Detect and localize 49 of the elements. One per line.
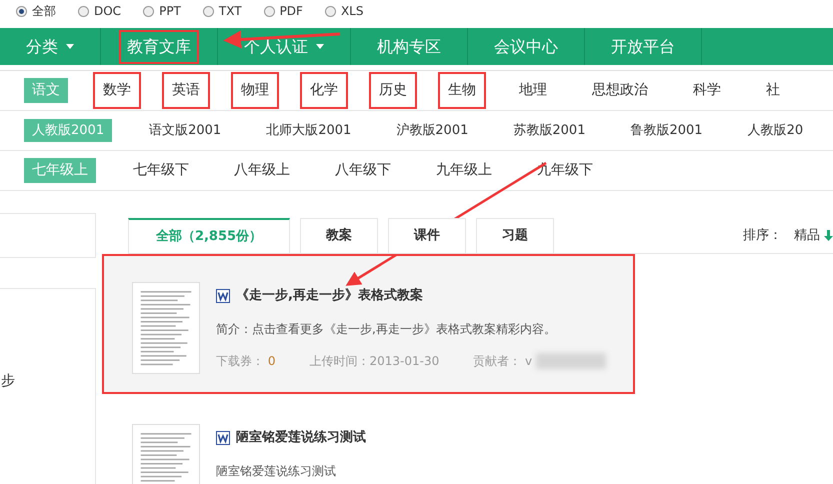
filter-tag[interactable]: 鲁教版2001 bbox=[622, 118, 711, 142]
filter-tag[interactable]: 地理 bbox=[511, 78, 555, 103]
filter-tag[interactable]: 物理 bbox=[235, 78, 275, 103]
filter-tag[interactable]: 科学 bbox=[685, 78, 729, 103]
radio-label[interactable]: TXT bbox=[218, 2, 242, 20]
filter-tag[interactable]: 八年级上 bbox=[226, 158, 298, 183]
word-icon bbox=[216, 430, 230, 445]
radio-label[interactable]: PDF bbox=[280, 2, 303, 20]
radio-button[interactable] bbox=[78, 6, 89, 16]
sort-option[interactable]: 精品 bbox=[794, 226, 833, 246]
filter-tag[interactable]: 七年级下 bbox=[125, 158, 197, 183]
radio-button[interactable] bbox=[16, 6, 27, 16]
radio-button[interactable] bbox=[202, 6, 214, 16]
filter-tag[interactable]: 人教版20 bbox=[740, 118, 812, 142]
filter-tag[interactable]: 历史 bbox=[373, 78, 413, 103]
filter-tag[interactable]: 数学 bbox=[97, 78, 137, 103]
document-title[interactable]: 《走一步,再走一步》表格式教案 bbox=[236, 286, 423, 306]
radio-label[interactable]: PPT bbox=[159, 2, 181, 20]
tab[interactable]: 教案 bbox=[300, 218, 378, 253]
radio-label[interactable]: XLS bbox=[340, 2, 364, 20]
blur-mask bbox=[536, 352, 606, 368]
filter-tag[interactable]: 沪教版2001 bbox=[388, 118, 476, 142]
filter-tag[interactable]: 八年级下 bbox=[327, 158, 399, 183]
document-title[interactable]: 陋室铭爱莲说练习测试 bbox=[236, 428, 366, 448]
filter-tag[interactable]: 九年级上 bbox=[428, 158, 500, 183]
tab[interactable]: 习题 bbox=[476, 218, 554, 253]
radio-button[interactable] bbox=[324, 6, 336, 16]
sort-label: 排序： bbox=[743, 226, 782, 245]
filter-tag[interactable]: 北师大版2001 bbox=[258, 118, 360, 142]
down-arrow-icon bbox=[824, 230, 833, 241]
filter-tag[interactable]: 生物 bbox=[442, 78, 482, 103]
filter-tag[interactable]: 英语 bbox=[166, 78, 206, 103]
filter-tag[interactable]: 思想政治 bbox=[584, 78, 656, 103]
download-count: 下载券： 0 bbox=[216, 352, 276, 370]
tab[interactable]: 课件 bbox=[388, 218, 466, 253]
radio-button[interactable] bbox=[264, 6, 275, 16]
document-summary: 陋室铭爱莲说练习测试 bbox=[216, 462, 337, 480]
word-icon bbox=[216, 288, 230, 303]
contributor: 贡献者： v bbox=[473, 352, 532, 370]
filter-tag[interactable]: 化学 bbox=[304, 78, 344, 103]
document-summary: 简介：点击查看更多《走一步,再走一步》表格式教案精彩内容。 bbox=[216, 320, 557, 338]
filter-tag[interactable]: 苏教版2001 bbox=[505, 118, 594, 142]
radio-label[interactable]: DOC bbox=[94, 2, 122, 20]
filter-tag[interactable]: 语文版2001 bbox=[141, 118, 230, 142]
radio-label[interactable]: 全部 bbox=[32, 2, 56, 20]
filter-tag[interactable]: 社 bbox=[758, 78, 788, 103]
sidebar-text: 步 bbox=[1, 372, 15, 391]
upload-date: 上传时间：2013-01-30 bbox=[309, 352, 440, 370]
radio-button[interactable] bbox=[143, 6, 154, 16]
